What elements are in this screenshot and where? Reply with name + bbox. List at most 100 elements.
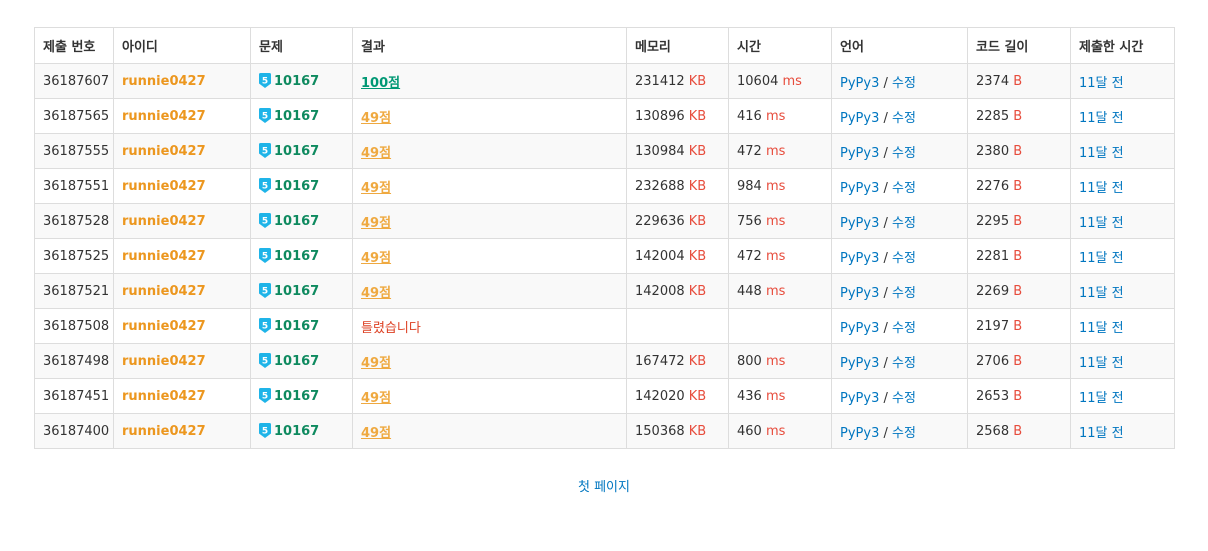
problem-link[interactable]: 10167: [274, 284, 319, 299]
code-length-link[interactable]: 2374 B: [976, 74, 1022, 89]
memory-cell: [626, 308, 729, 344]
language-link[interactable]: PyPy3: [840, 111, 879, 126]
edit-link[interactable]: 수정: [892, 111, 916, 126]
code-length-link[interactable]: 2276 B: [976, 179, 1022, 194]
problem-link[interactable]: 10167: [274, 74, 319, 89]
problem-link[interactable]: 10167: [274, 249, 319, 264]
problem-cell: 5 10167: [250, 203, 353, 239]
result-text[interactable]: 49점: [361, 356, 391, 371]
language-link[interactable]: PyPy3: [840, 286, 879, 301]
submitted-time[interactable]: 11달 전: [1079, 321, 1124, 336]
submitted-time[interactable]: 11달 전: [1079, 146, 1124, 161]
language-cell: PyPy3 / 수정: [831, 238, 968, 274]
svg-text:5: 5: [262, 112, 268, 122]
submitted-time[interactable]: 11달 전: [1079, 356, 1124, 371]
result-text[interactable]: 49점: [361, 146, 391, 161]
memory-value: 142004: [635, 248, 685, 264]
code-length-link[interactable]: 2295 B: [976, 214, 1022, 229]
memory-cell: 150368 KB: [626, 413, 729, 449]
language-link[interactable]: PyPy3: [840, 391, 879, 406]
submitted-time[interactable]: 11달 전: [1079, 111, 1124, 126]
edit-link[interactable]: 수정: [892, 391, 916, 406]
language-link[interactable]: PyPy3: [840, 356, 879, 371]
submitted-time[interactable]: 11달 전: [1079, 286, 1124, 301]
language-link[interactable]: PyPy3: [840, 76, 879, 91]
memory-cell: 232688 KB: [626, 168, 729, 204]
result-text[interactable]: 100점: [361, 76, 400, 91]
user-link[interactable]: runnie0427: [122, 144, 206, 159]
problem-link[interactable]: 10167: [274, 424, 319, 439]
problem-link[interactable]: 10167: [274, 179, 319, 194]
code-length-link[interactable]: 2380 B: [976, 144, 1022, 159]
result-text[interactable]: 49점: [361, 111, 391, 126]
table-row: 36187451 runnie0427 5 10167 49점 142020 K…: [34, 378, 1175, 414]
svg-text:5: 5: [262, 252, 268, 262]
code-length-link[interactable]: 2197 B: [976, 319, 1022, 334]
result-text[interactable]: 49점: [361, 251, 391, 266]
result-text[interactable]: 49점: [361, 286, 391, 301]
memory-cell: 142004 KB: [626, 238, 729, 274]
user-link[interactable]: runnie0427: [122, 179, 206, 194]
edit-link[interactable]: 수정: [892, 216, 916, 231]
code-length-unit: B: [1013, 318, 1023, 334]
tier-badge-icon: 5: [259, 318, 271, 333]
code-length-unit: B: [1013, 143, 1023, 159]
user-link[interactable]: runnie0427: [122, 109, 206, 124]
submitted-time[interactable]: 11달 전: [1079, 426, 1124, 441]
edit-link[interactable]: 수정: [892, 181, 916, 196]
edit-link[interactable]: 수정: [892, 146, 916, 161]
time-cell: 984 ms: [728, 168, 832, 204]
first-page-link[interactable]: 첫 페이지: [578, 480, 630, 495]
problem-link[interactable]: 10167: [274, 109, 319, 124]
code-length-link[interactable]: 2706 B: [976, 354, 1022, 369]
user-link[interactable]: runnie0427: [122, 249, 206, 264]
user-link[interactable]: runnie0427: [122, 214, 206, 229]
code-length-link[interactable]: 2281 B: [976, 249, 1022, 264]
user-link[interactable]: runnie0427: [122, 319, 206, 334]
user-link[interactable]: runnie0427: [122, 284, 206, 299]
language-link[interactable]: PyPy3: [840, 146, 879, 161]
language-link[interactable]: PyPy3: [840, 181, 879, 196]
problem-link[interactable]: 10167: [274, 144, 319, 159]
result-text[interactable]: 49점: [361, 426, 391, 441]
submitted-time[interactable]: 11달 전: [1079, 76, 1124, 91]
result-text[interactable]: 49점: [361, 181, 391, 196]
code-length-link[interactable]: 2269 B: [976, 284, 1022, 299]
problem-link[interactable]: 10167: [274, 319, 319, 334]
user-link[interactable]: runnie0427: [122, 424, 206, 439]
edit-link[interactable]: 수정: [892, 426, 916, 441]
submitted-time[interactable]: 11달 전: [1079, 216, 1124, 231]
code-length-unit: B: [1013, 108, 1023, 124]
user-link[interactable]: runnie0427: [122, 74, 206, 89]
edit-link[interactable]: 수정: [892, 251, 916, 266]
problem-link[interactable]: 10167: [274, 354, 319, 369]
problem-link[interactable]: 10167: [274, 214, 319, 229]
edit-link[interactable]: 수정: [892, 321, 916, 336]
submitted-time-cell: 11달 전: [1070, 273, 1175, 309]
memory-unit: KB: [688, 353, 707, 369]
code-length-unit: B: [1013, 73, 1023, 89]
problem-link[interactable]: 10167: [274, 389, 319, 404]
code-length-cell: 2568 B: [967, 413, 1071, 449]
svg-text:5: 5: [262, 357, 268, 367]
language-link[interactable]: PyPy3: [840, 321, 879, 336]
submitted-time[interactable]: 11달 전: [1079, 251, 1124, 266]
language-link[interactable]: PyPy3: [840, 251, 879, 266]
submitted-time[interactable]: 11달 전: [1079, 181, 1124, 196]
edit-link[interactable]: 수정: [892, 76, 916, 91]
result-text[interactable]: 49점: [361, 216, 391, 231]
code-length-link[interactable]: 2653 B: [976, 389, 1022, 404]
language-link[interactable]: PyPy3: [840, 216, 879, 231]
edit-link[interactable]: 수정: [892, 356, 916, 371]
user-link[interactable]: runnie0427: [122, 354, 206, 369]
user-link[interactable]: runnie0427: [122, 389, 206, 404]
language-link[interactable]: PyPy3: [840, 426, 879, 441]
submitted-time[interactable]: 11달 전: [1079, 391, 1124, 406]
code-length-value: 2281: [976, 248, 1010, 264]
submitted-time-cell: 11달 전: [1070, 98, 1175, 134]
result-text[interactable]: 49점: [361, 391, 391, 406]
edit-link[interactable]: 수정: [892, 286, 916, 301]
language-cell: PyPy3 / 수정: [831, 133, 968, 169]
code-length-link[interactable]: 2285 B: [976, 109, 1022, 124]
code-length-link[interactable]: 2568 B: [976, 424, 1022, 439]
